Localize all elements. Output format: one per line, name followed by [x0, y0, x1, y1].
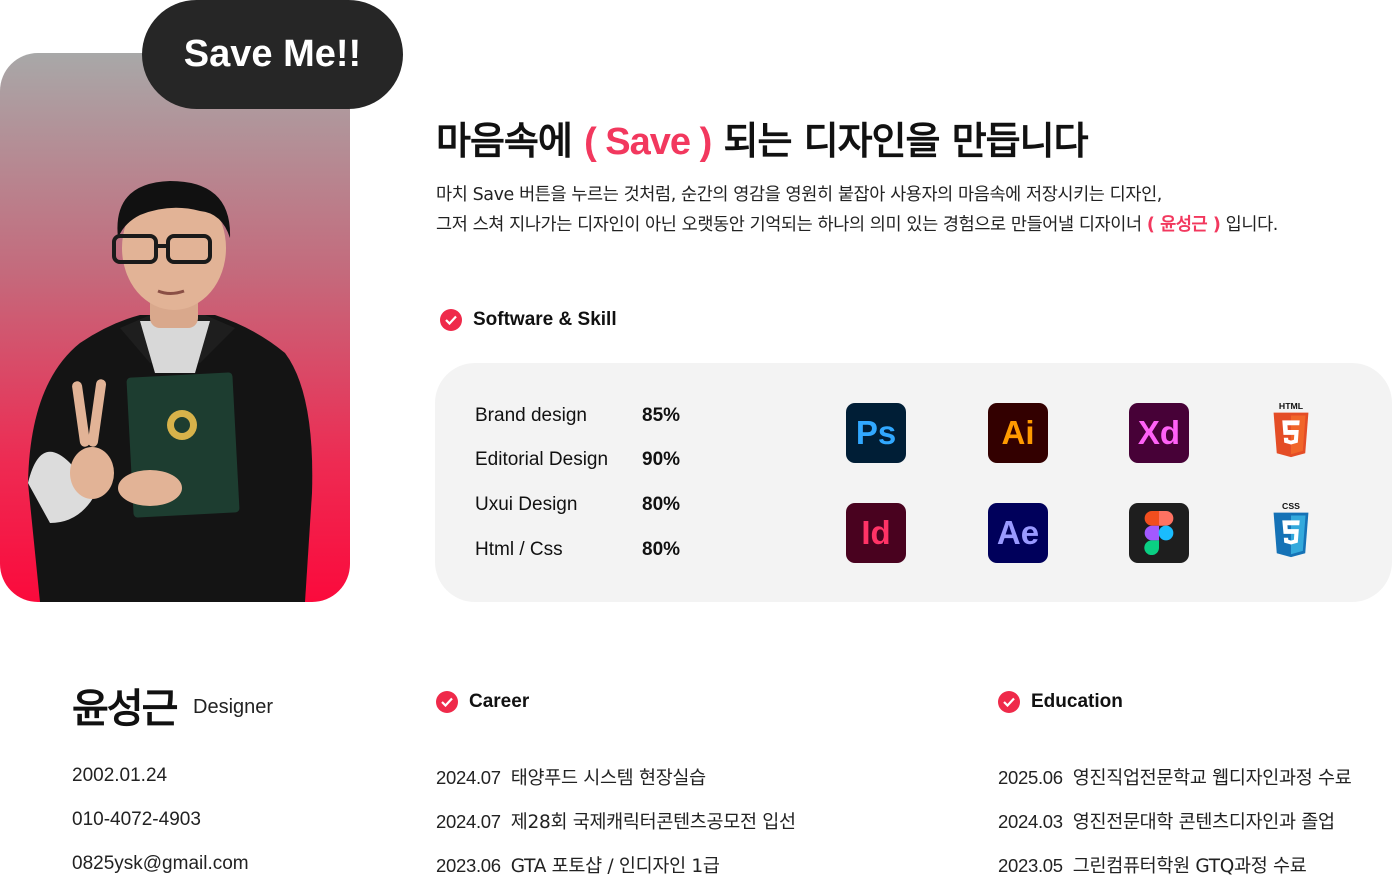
career-item: 2024.07 제28회 국제캐릭터콘텐츠공모전 입선 [436, 808, 796, 834]
skill-name: Html / Css [475, 539, 563, 560]
after-effects-icon: Ae [988, 503, 1048, 563]
education-item: 2024.03 영진전문대학 콘텐츠디자인과 졸업 [998, 808, 1335, 834]
career-item: 2023.06 GTA 포토샵 / 인디자인 1급 [436, 852, 720, 877]
intro-text: 마치 Save 버튼을 누르는 것처럼, 순간의 영감을 영원히 붙잡아 사용자… [436, 180, 1278, 240]
career-date: 2024.07 [436, 811, 501, 832]
check-circle-icon [998, 691, 1020, 713]
skill-row: Editorial Design 90% [475, 449, 695, 471]
education-text: 그린컴퓨터학원 GTQ과정 수료 [1072, 856, 1307, 877]
skill-percent: 90% [642, 449, 681, 470]
skills-heading: Software & Skill [440, 309, 617, 331]
check-circle-icon [440, 309, 462, 331]
education-title: Education [1031, 691, 1123, 712]
css3-label: CSS [1282, 501, 1300, 511]
photoshop-icon: Ps [846, 403, 906, 463]
intro-line-2: 그저 스쳐 지나가는 디자인이 아닌 오랫동안 기억되는 하나의 의미 있는 경… [436, 210, 1278, 240]
education-date: 2024.03 [998, 811, 1063, 832]
skill-row: Html / Css 80% [475, 539, 695, 561]
skill-percent: 85% [642, 405, 681, 426]
skills-panel: Brand design 85% Editorial Design 90% Ux… [435, 363, 1392, 602]
skill-percent: 80% [642, 494, 681, 515]
skill-row: Brand design 85% [475, 405, 695, 427]
career-text: GTA 포토샵 / 인디자인 1급 [510, 856, 720, 877]
profile-name: 윤성근 [72, 686, 178, 732]
skill-percent: 80% [642, 539, 681, 560]
skill-name: Uxui Design [475, 494, 578, 515]
skill-name: Brand design [475, 405, 587, 426]
career-date: 2023.06 [436, 855, 501, 876]
headline-before: 마음속에 [436, 119, 585, 163]
career-text: 제28회 국제캐릭터콘텐츠공모전 입선 [510, 812, 796, 833]
intro-line-2-after: 입니다. [1220, 215, 1279, 235]
intro-name-accent: ( 윤성근 ) [1146, 215, 1221, 235]
indesign-icon: Id [846, 503, 906, 563]
html5-icon: HTML [1273, 401, 1309, 458]
illustrator-icon: Ai [988, 403, 1048, 463]
save-me-badge: Save Me!! [142, 0, 403, 109]
education-text: 영진직업전문학교 웹디자인과정 수료 [1072, 768, 1352, 789]
education-heading: Education [998, 691, 1123, 713]
profile-phone: 010-4072-4903 [72, 809, 201, 830]
xd-icon: Xd [1129, 403, 1189, 463]
save-me-label: Save Me!! [183, 33, 362, 75]
figma-icon [1129, 503, 1189, 563]
headline-after: 되는 디자인을 만듭니다 [711, 119, 1088, 163]
career-text: 태양푸드 시스템 현장실습 [510, 768, 706, 789]
education-date: 2023.05 [998, 855, 1063, 876]
skill-name: Editorial Design [475, 449, 609, 470]
check-circle-icon [436, 691, 458, 713]
intro-line-2-before: 그저 스쳐 지나가는 디자인이 아닌 오랫동안 기억되는 하나의 의미 있는 경… [436, 215, 1147, 235]
education-date: 2025.06 [998, 767, 1063, 788]
html5-label: HTML [1279, 401, 1304, 411]
profile-birth: 2002.01.24 [72, 765, 168, 786]
education-text: 영진전문대학 콘텐츠디자인과 졸업 [1072, 812, 1335, 833]
profile-photo [28, 181, 313, 602]
education-item: 2025.06 영진직업전문학교 웹디자인과정 수료 [998, 764, 1352, 790]
profile-photo-card [0, 53, 350, 602]
career-title: Career [469, 691, 530, 712]
css3-icon: CSS [1273, 501, 1309, 558]
page-headline: 마음속에 ( Save ) 되는 디자인을 만듭니다 [436, 110, 1089, 165]
profile-role: Designer [193, 696, 274, 718]
career-item: 2024.07 태양푸드 시스템 현장실습 [436, 764, 706, 790]
education-item: 2023.05 그린컴퓨터학원 GTQ과정 수료 [998, 852, 1307, 877]
career-date: 2024.07 [436, 767, 501, 788]
career-heading: Career [436, 691, 529, 713]
profile-email: 0825ysk@gmail.com [72, 853, 249, 874]
skills-title: Software & Skill [473, 309, 617, 330]
intro-line-1: 마치 Save 버튼을 누르는 것처럼, 순간의 영감을 영원히 붙잡아 사용자… [436, 185, 1162, 205]
skill-row: Uxui Design 80% [475, 494, 695, 516]
headline-accent: ( Save ) [584, 121, 712, 163]
